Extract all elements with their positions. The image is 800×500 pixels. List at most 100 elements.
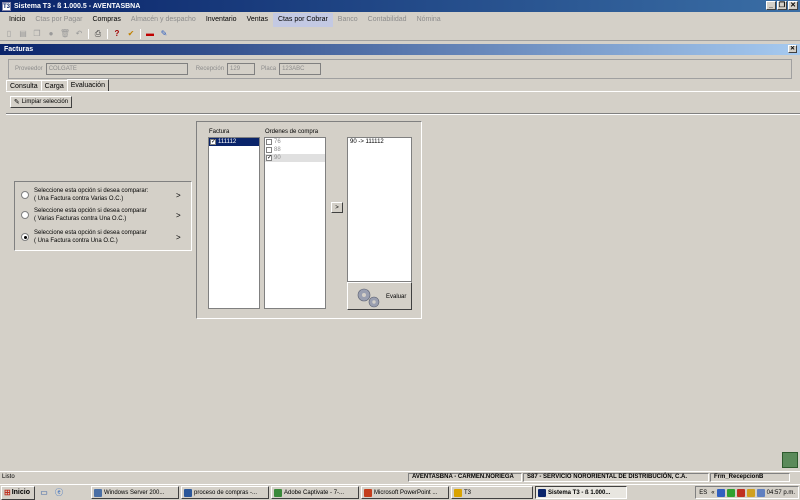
- status-indicator-button[interactable]: [782, 452, 798, 468]
- clear-selection-button[interactable]: ✎ Limpiar selección: [10, 96, 72, 108]
- checkbox[interactable]: [266, 147, 272, 153]
- tab-panel-border: [6, 91, 800, 92]
- tray-chevron-icon[interactable]: «: [711, 490, 714, 496]
- checkbox[interactable]: ✓: [210, 139, 216, 145]
- help-icon[interactable]: ?: [112, 29, 122, 39]
- comparison-option[interactable]: Seleccione esta opción si desea comparar…: [21, 228, 191, 246]
- result-item[interactable]: 90 -> 111112: [350, 139, 409, 145]
- menu-item-4[interactable]: Inventario: [201, 13, 242, 27]
- placa-field: 123ABC: [279, 63, 322, 75]
- evaluar-button[interactable]: Evaluar: [347, 282, 412, 310]
- list-item[interactable]: ✓ 90: [265, 154, 325, 162]
- print-icon[interactable]: ⎙: [93, 29, 103, 39]
- antivirus-icon[interactable]: [736, 488, 745, 497]
- restore-button[interactable]: ❐: [777, 1, 787, 10]
- menu-item-2[interactable]: Compras: [87, 13, 125, 27]
- option-text: Seleccione esta opción si desea comparar…: [34, 207, 174, 223]
- header-fields: Proveedor COLGATE Recepción 129 Placa 12…: [8, 59, 792, 79]
- radio-button[interactable]: [21, 233, 29, 241]
- move-right-button[interactable]: >: [331, 202, 343, 213]
- minimize-button[interactable]: _: [766, 1, 776, 10]
- record-icon[interactable]: ●: [46, 29, 56, 39]
- list-item[interactable]: 88: [265, 146, 325, 154]
- delete-icon[interactable]: 🗑: [60, 29, 70, 39]
- language-indicator[interactable]: ES: [699, 490, 707, 496]
- menu-item-6[interactable]: Ctas por Cobrar: [273, 13, 333, 27]
- approve-icon[interactable]: ✔: [126, 29, 136, 39]
- menu-item-0[interactable]: Inicio: [4, 13, 30, 27]
- tab-0[interactable]: Consulta: [6, 80, 42, 91]
- undo-icon[interactable]: ↶: [74, 29, 84, 39]
- list-item[interactable]: 76: [265, 138, 325, 146]
- list-item-value: 111112: [218, 139, 237, 145]
- exit-icon[interactable]: ▬: [145, 29, 155, 39]
- option-arrow: >: [176, 190, 181, 200]
- tab-strip: Consulta Carga Evaluación: [6, 79, 109, 91]
- task-app-icon: [538, 488, 546, 497]
- security-icon[interactable]: [726, 488, 735, 497]
- toolbar: ▯ ▤ ❐ ● 🗑 ↶ ⎙ ? ✔ ▬ ✎: [0, 27, 800, 41]
- status-user: AVENTASBNA - CARMEN.NORIEGA: [408, 472, 522, 482]
- task-label: Microsoft PowerPoint ...: [374, 489, 438, 496]
- tab-1[interactable]: Carga: [40, 80, 68, 91]
- option-line-2: ( Una Factura contra Una O.C.): [34, 238, 118, 244]
- start-button[interactable]: ⊞ Inicio: [1, 485, 35, 500]
- edit-icon[interactable]: ✎: [159, 29, 169, 39]
- option-arrow: >: [176, 210, 181, 220]
- toolbar-separator: [107, 28, 108, 39]
- new-icon[interactable]: ▯: [4, 29, 14, 39]
- browser-icon[interactable]: ⓔ: [53, 487, 65, 499]
- menu-item-5[interactable]: Ventas: [242, 13, 273, 27]
- taskbar-item[interactable]: T3: [451, 486, 533, 499]
- list-item[interactable]: ✓ 111112: [209, 138, 259, 146]
- recepcion-field: 129: [227, 63, 256, 75]
- form-title: Facturas: [4, 46, 34, 53]
- factura-list[interactable]: ✓ 111112: [208, 137, 260, 309]
- tab-2[interactable]: Evaluación: [66, 79, 109, 91]
- comparison-option[interactable]: Seleccione esta opción si desea comparar…: [21, 186, 191, 204]
- comparison-result-list[interactable]: 90 -> 111112: [347, 137, 412, 282]
- option-arrow: >: [176, 232, 181, 242]
- task-label: Adobe Captivate - 7-...: [284, 489, 345, 496]
- taskbar-item[interactable]: Adobe Captivate - 7-...: [271, 486, 359, 499]
- option-line-1: Seleccione esta opción si desea comparar…: [34, 188, 149, 194]
- divider: [6, 113, 800, 115]
- status-text: Listo: [2, 474, 15, 480]
- menu-item-9[interactable]: Nómina: [412, 13, 446, 27]
- taskbar-item[interactable]: proceso de compras -...: [181, 486, 269, 499]
- menu-item-1[interactable]: Ctas por Pagar: [30, 13, 87, 27]
- status-bar: Listo AVENTASBNA - CARMEN.NORIEGA S87 - …: [0, 471, 800, 482]
- desktop-icon[interactable]: ▭: [38, 487, 50, 499]
- copy-icon[interactable]: ❐: [32, 29, 42, 39]
- option-text: Seleccione esta opción si desea comparar…: [34, 229, 174, 245]
- save-icon[interactable]: ▤: [18, 29, 28, 39]
- factura-label: Factura: [209, 129, 230, 135]
- clock: 04:57 p.m.: [766, 489, 795, 496]
- taskbar-item[interactable]: Windows Server 200...: [91, 486, 179, 499]
- option-line-2: ( Varias Facturas contra Una O.C.): [34, 216, 127, 222]
- taskbar-item[interactable]: Sistema T3 - ß 1.000...: [535, 486, 627, 499]
- form-close-button[interactable]: ✕: [788, 45, 797, 53]
- gears-icon: [357, 288, 380, 308]
- task-label: T3: [464, 489, 472, 496]
- menu-item-8[interactable]: Contabilidad: [363, 13, 412, 27]
- form-titlebar: Facturas ✕: [0, 44, 800, 55]
- task-app-icon: [364, 488, 372, 497]
- network-icon[interactable]: [716, 488, 725, 497]
- evaluar-label: Evaluar: [386, 294, 407, 300]
- display-icon[interactable]: [756, 488, 765, 497]
- menu-item-7[interactable]: Banco: [333, 13, 363, 27]
- radio-button[interactable]: [21, 191, 29, 199]
- volume-icon[interactable]: [746, 488, 755, 497]
- close-button[interactable]: ✕: [788, 1, 798, 10]
- windows-logo-icon: ⊞: [4, 488, 11, 497]
- app-icon: T3: [2, 1, 11, 11]
- taskbar-item[interactable]: Microsoft PowerPoint ...: [361, 486, 449, 499]
- radio-button[interactable]: [21, 211, 29, 219]
- recepcion-label: Recepción: [195, 66, 225, 72]
- checkbox[interactable]: [266, 139, 272, 145]
- menu-item-3[interactable]: Almacén y despacho: [126, 13, 201, 27]
- comparison-option[interactable]: Seleccione esta opción si desea comparar…: [21, 206, 191, 224]
- checkbox[interactable]: ✓: [266, 155, 272, 161]
- ordenes-list[interactable]: 76 88 ✓ 90: [264, 137, 326, 309]
